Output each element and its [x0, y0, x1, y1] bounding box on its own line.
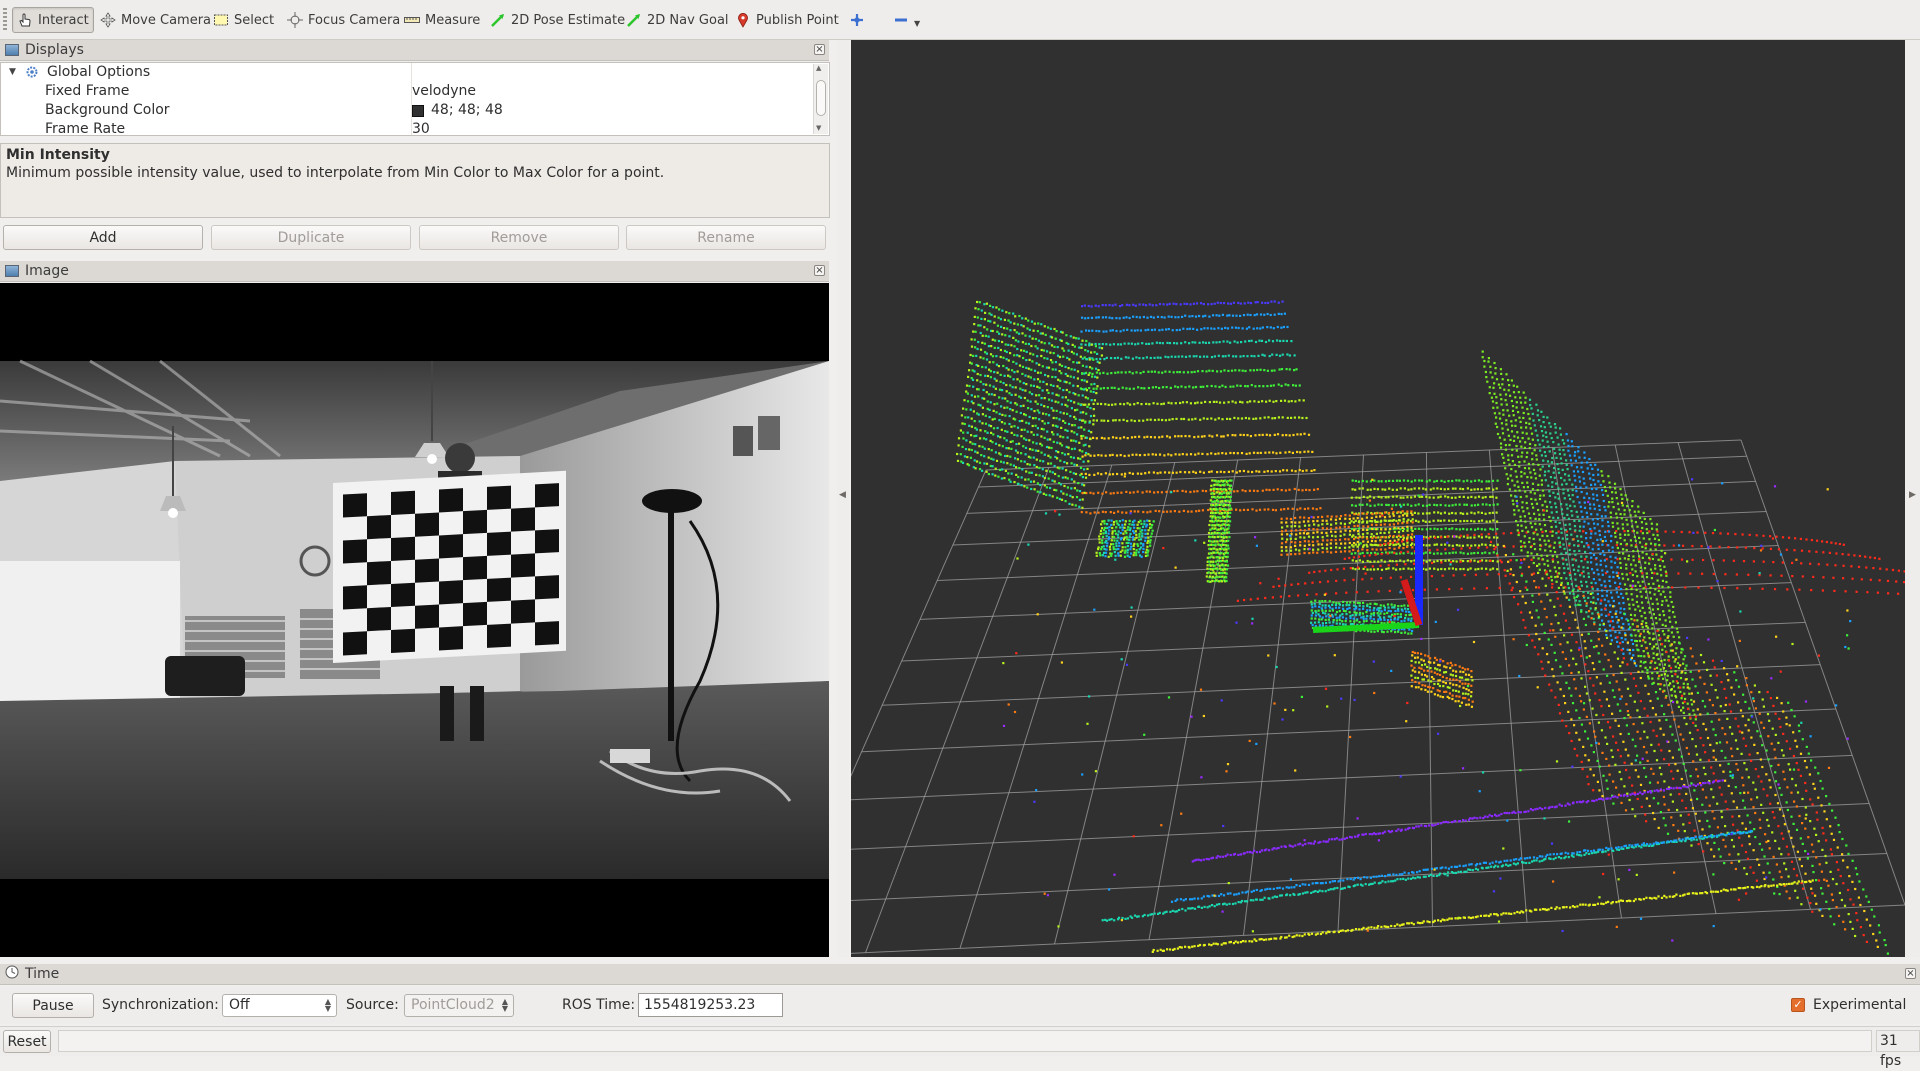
displays-tree: ▼ Global Options Fixed Frame velodyne Ba… [0, 62, 830, 136]
tree-property-value[interactable]: 30 [412, 120, 430, 136]
scroll-down-icon[interactable]: ▼ [816, 124, 821, 132]
tool-select-label: Select [234, 13, 274, 28]
scrollbar-thumb[interactable] [816, 80, 826, 116]
tool-move-camera[interactable]: Move Camera [96, 7, 215, 33]
time-panel-header: Time × [0, 964, 1920, 985]
move-arrows-icon [100, 12, 116, 28]
tool-interact-label: Interact [38, 13, 89, 28]
panel-splitter[interactable]: ◀ [837, 40, 849, 957]
remove-display-button[interactable]: Remove [419, 225, 619, 250]
description-title: Min Intensity [6, 147, 824, 163]
green-arrow-icon [626, 12, 642, 28]
tree-row-fixed-frame[interactable]: Fixed Frame velodyne [1, 82, 811, 101]
sync-label: Synchronization: [102, 997, 219, 1013]
tree-row-global-options[interactable]: ▼ Global Options [1, 63, 811, 82]
map-pin-icon [735, 12, 751, 28]
green-arrow-icon [490, 12, 506, 28]
fps-readout: 31 fps [1876, 1030, 1920, 1052]
tool-2d-pose-estimate-label: 2D Pose Estimate [511, 13, 625, 28]
tool-publish-point[interactable]: Publish Point [731, 7, 843, 33]
image-panel-header: Image × [0, 261, 829, 282]
tree-property-name: Fixed Frame [45, 82, 129, 101]
updown-arrow-icon: ▲▼ [502, 998, 508, 1012]
updown-arrow-icon: ▲▼ [325, 998, 331, 1012]
minus-icon [893, 12, 909, 28]
status-message-area [58, 1030, 1872, 1052]
property-description: Min Intensity Minimum possible intensity… [0, 143, 830, 218]
tool-2d-nav-goal[interactable]: 2D Nav Goal [622, 7, 733, 33]
camera-image-view[interactable] [0, 283, 829, 957]
ruler-icon [404, 12, 420, 28]
camera-image [0, 283, 829, 957]
close-icon[interactable]: × [814, 44, 825, 55]
source-label: Source: [346, 997, 399, 1013]
close-icon[interactable]: × [814, 265, 825, 276]
reset-button[interactable]: Reset [3, 1030, 51, 1053]
source-select[interactable]: PointCloud2 ▲▼ [404, 994, 514, 1017]
status-bar: Reset 31 fps [0, 1026, 1920, 1056]
ground-grid [851, 440, 1905, 957]
tool-move-camera-label: Move Camera [121, 13, 211, 28]
point-cloud-scene [851, 40, 1905, 957]
collapse-left-icon[interactable]: ◀ [839, 490, 846, 500]
remove-tool-button[interactable]: ▼ [889, 7, 924, 33]
image-icon [5, 265, 19, 277]
tree-property-name: Background Color [45, 101, 170, 120]
tool-focus-camera[interactable]: Focus Camera [283, 7, 404, 33]
add-display-button[interactable]: Add [3, 225, 203, 250]
color-swatch[interactable] [412, 105, 424, 117]
ros-time-field[interactable]: 1554819253.23 [638, 993, 783, 1017]
tree-scrollbar[interactable]: ▲ ▼ [813, 64, 828, 134]
monitor-icon [5, 44, 19, 56]
experimental-label: Experimental [1813, 997, 1906, 1013]
image-panel-title: Image [25, 263, 69, 279]
source-select-value: PointCloud2 [411, 997, 495, 1013]
tool-measure[interactable]: Measure [400, 7, 484, 33]
tree-row-background-color[interactable]: Background Color 48; 48; 48 [1, 101, 811, 120]
clock-icon [5, 965, 19, 983]
chevron-down-icon: ▼ [914, 19, 920, 28]
tool-2d-pose-estimate[interactable]: 2D Pose Estimate [486, 7, 629, 33]
ros-time-label: ROS Time: [562, 997, 635, 1013]
expand-arrow-icon[interactable]: ▼ [9, 63, 16, 82]
right-dock-strip[interactable]: ▶ [1905, 40, 1920, 957]
tree-property-value[interactable]: velodyne [412, 82, 476, 101]
experimental-checkbox[interactable]: ✓ [1791, 998, 1805, 1012]
tree-group-label: Global Options [47, 63, 150, 82]
time-panel: Pause Synchronization: Off ▲▼ Source: Po… [0, 986, 1920, 1024]
add-tool-button[interactable] [845, 7, 869, 33]
scroll-up-icon[interactable]: ▲ [816, 64, 821, 72]
pause-button[interactable]: Pause [12, 993, 94, 1018]
lidar-point-cloud [956, 300, 1905, 954]
tool-focus-camera-label: Focus Camera [308, 13, 400, 28]
tool-2d-nav-goal-label: 2D Nav Goal [647, 13, 729, 28]
sync-select[interactable]: Off ▲▼ [222, 994, 337, 1017]
displays-panel-header: Displays × [0, 40, 829, 61]
displays-panel-title: Displays [25, 42, 84, 58]
toolbar-grip[interactable] [3, 8, 7, 32]
time-panel-title: Time [25, 966, 59, 982]
duplicate-display-button[interactable]: Duplicate [211, 225, 411, 250]
tool-publish-point-label: Publish Point [756, 13, 839, 28]
tree-property-value[interactable]: 48; 48; 48 [431, 101, 503, 120]
tool-interact[interactable]: Interact [12, 7, 94, 33]
tree-row-frame-rate[interactable]: Frame Rate 30 [1, 120, 811, 136]
tool-select[interactable]: Select [209, 7, 278, 33]
description-text: Minimum possible intensity value, used t… [6, 165, 824, 181]
main-toolbar: Interact Move Camera Select Focus Camera… [0, 0, 1920, 40]
tree-property-name: Frame Rate [45, 120, 125, 136]
hand-cursor-icon [17, 12, 33, 28]
sync-select-value: Off [229, 997, 250, 1013]
close-icon[interactable]: × [1905, 968, 1916, 979]
rename-display-button[interactable]: Rename [626, 225, 826, 250]
3d-render-view[interactable] [851, 40, 1905, 957]
select-box-icon [213, 12, 229, 28]
plus-icon [849, 12, 865, 28]
expand-right-icon[interactable]: ▶ [1909, 490, 1916, 500]
tool-measure-label: Measure [425, 13, 480, 28]
focus-crosshair-icon [287, 12, 303, 28]
